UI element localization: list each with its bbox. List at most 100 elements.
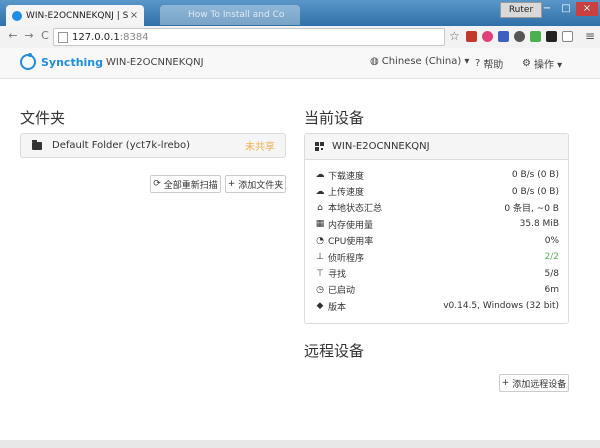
actions-label: 操作 ▾ [533, 60, 563, 71]
this-device-panel: WIN-E2OCNNEKQNJ ☁ 下载速度 0 B/s (0 B) ☁ 上传速… [304, 133, 569, 324]
syncthing-logo-icon [20, 53, 36, 70]
stat-label: 上传速度 [328, 188, 365, 199]
signpost-icon: ⊤ [316, 268, 324, 279]
cloud-download-icon: ☁ [315, 170, 325, 181]
rescan-all-button[interactable]: ⟳ 全部重新扫描 [150, 175, 221, 193]
page-icon [58, 31, 68, 43]
language-dropdown[interactable]: ◍ Chinese (China) ▾ [370, 56, 469, 67]
folder-label: Default Folder (yct7k-lrebo) [52, 140, 190, 151]
stat-value: 0 B/s (0 B) [511, 186, 559, 197]
this-device-heading: 当前设备 [304, 109, 365, 127]
stat-value: 0 B/s (0 B) [511, 170, 559, 181]
this-device-name: WIN-E2OCNNEKQNJ [332, 141, 430, 152]
window-minimize-icon[interactable]: − [538, 2, 556, 16]
globe-icon: ◍ [370, 56, 379, 67]
bookmark-star-icon[interactable]: ☆ [449, 29, 460, 43]
qrcode-icon [315, 142, 324, 151]
stat-ram-usage: ▦ 内存使用量 35.8 MiB [305, 216, 568, 232]
brand-name: Syncthing [41, 55, 104, 69]
back-arrow-icon[interactable]: ← [6, 29, 20, 43]
refresh-icon: ⟳ [153, 179, 161, 189]
stat-value: v0.14.5, Windows (32 bit) [443, 301, 559, 312]
window-maximize-icon[interactable]: □ [557, 2, 575, 16]
address-bar[interactable]: 127.0.0.1 :8384 [53, 28, 445, 46]
pocket-extension-icon[interactable] [482, 31, 493, 42]
device-stats-list: ☁ 下载速度 0 B/s (0 B) ☁ 上传速度 0 B/s (0 B) ⌂ … [305, 167, 568, 315]
stat-value: 35.8 MiB [519, 219, 559, 230]
stat-label: 下载速度 [328, 171, 365, 182]
tag-icon: ◆ [316, 301, 324, 312]
add-remote-device-button[interactable]: + 添加远程设备 [499, 374, 569, 392]
syncthing-navbar: Syncthing WIN-E2OCNNEKQNJ ◍ Chinese (Chi… [0, 48, 600, 79]
help-label: 帮助 [483, 60, 504, 71]
dashboard-icon: ◔ [316, 235, 324, 246]
folder-item[interactable]: Default Folder (yct7k-lrebo) 未共享 [20, 133, 286, 158]
plus-icon: + [501, 378, 510, 388]
add-folder-label: 添加文件夹 [238, 180, 284, 191]
browser-tab-inactive[interactable]: How To Install and Co [160, 5, 300, 25]
navbar-device-name: WIN-E2OCNNEKQNJ [106, 57, 204, 68]
syncthing-favicon-icon [12, 10, 22, 21]
tab-close-icon[interactable]: × [128, 10, 140, 21]
stat-discovery: ⊤ 寻找 5/8 [305, 265, 568, 281]
browser-toolbar: ← → C 127.0.0.1 :8384 ☆ ≡ [0, 26, 600, 49]
clock-icon: ◷ [316, 284, 324, 295]
stat-cpu-usage: ◔ CPU使用率 0% [305, 233, 568, 249]
browser-tab-bar: WIN-E2OCNNEKQNJ | S × How To Install and… [0, 0, 600, 26]
add-folder-button[interactable]: + 添加文件夹 [225, 175, 286, 193]
reload-icon[interactable]: C [38, 29, 52, 43]
stop-extension-icon[interactable] [466, 31, 477, 42]
green-extension-icon[interactable] [530, 31, 541, 42]
stat-value: 0% [544, 235, 559, 246]
stat-label: CPU使用率 [328, 237, 374, 248]
second-tab-title: How To Install and Co [188, 10, 285, 20]
stat-value: 5/8 [544, 268, 559, 279]
home-icon: ⌂ [317, 202, 323, 213]
gear-icon: ⚙ [522, 58, 531, 69]
cloud-upload-icon: ☁ [315, 186, 325, 197]
language-label: Chinese (China) ▾ [381, 56, 470, 67]
stat-label: 寻找 [328, 270, 347, 281]
remote-devices-heading: 远程设备 [304, 342, 365, 360]
help-circle-icon: ? [475, 58, 481, 69]
blank-extension-icon[interactable] [562, 31, 573, 42]
dark-extension-icon[interactable] [546, 31, 557, 42]
browser-menu-icon[interactable]: ≡ [585, 29, 595, 43]
stat-version: ◆ 版本 v0.14.5, Windows (32 bit) [305, 298, 568, 314]
stat-value: 2/2 [544, 252, 559, 263]
stat-label: 侦听程序 [328, 253, 365, 264]
stat-label: 内存使用量 [328, 220, 374, 231]
vpn-extension-icon[interactable] [498, 31, 509, 42]
tab-title: WIN-E2OCNNEKQNJ | S [26, 10, 128, 21]
stat-label: 本地状态汇总 [328, 204, 383, 215]
browser-user-badge[interactable]: Ruter [500, 2, 542, 18]
rescan-all-label: 全部重新扫描 [163, 180, 218, 191]
sync-extension-icon[interactable] [514, 31, 525, 42]
stat-local-state: ⌂ 本地状态汇总 0 条目, ~0 B [305, 200, 568, 216]
stat-uptime: ◷ 已启动 6m [305, 282, 568, 298]
sitemap-icon: ⊥ [316, 252, 324, 263]
stat-value: 0 条目, ~0 B [504, 204, 559, 215]
stat-listeners: ⊥ 侦听程序 2/2 [305, 249, 568, 265]
actions-dropdown[interactable]: ⚙ 操作 ▾ [522, 56, 562, 71]
window-close-icon[interactable]: × [576, 2, 598, 16]
folders-heading: 文件夹 [20, 109, 66, 127]
forward-arrow-icon[interactable]: → [22, 29, 36, 43]
url-host: 127.0.0.1 [72, 31, 120, 43]
add-remote-device-label: 添加远程设备 [512, 379, 567, 390]
plus-icon: + [227, 179, 236, 189]
stat-upload-rate: ☁ 上传速度 0 B/s (0 B) [305, 183, 568, 199]
memory-icon: ▦ [315, 219, 325, 230]
syncthing-logo[interactable]: Syncthing [20, 53, 104, 70]
folder-icon [32, 139, 42, 150]
folder-status: 未共享 [245, 142, 275, 153]
window-bottom-edge [0, 440, 600, 448]
stat-download-rate: ☁ 下载速度 0 B/s (0 B) [305, 167, 568, 183]
stat-label: 版本 [328, 302, 347, 313]
help-link[interactable]: ? 帮助 [475, 56, 503, 71]
browser-tab-active[interactable]: WIN-E2OCNNEKQNJ | S × [6, 5, 144, 26]
this-device-header[interactable]: WIN-E2OCNNEKQNJ [305, 134, 568, 160]
url-port: :8384 [119, 31, 149, 43]
stat-value: 6m [544, 284, 560, 295]
stat-label: 已启动 [328, 286, 356, 297]
